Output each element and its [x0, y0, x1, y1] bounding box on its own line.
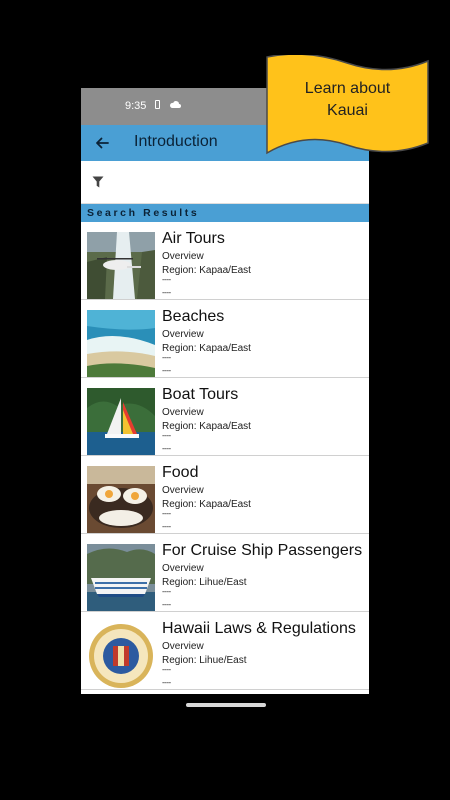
banner-line-2: Kauai	[327, 102, 368, 119]
item-detail: ----	[162, 600, 171, 609]
list-item-beaches[interactable]: Beaches Overview Region: Kapaa/East ----…	[81, 300, 369, 378]
status-time: 9:35	[125, 100, 147, 112]
item-region: Region: Kapaa/East	[162, 499, 251, 510]
item-region: Region: Lihue/East	[162, 655, 247, 666]
search-results-header: Search Results	[81, 204, 369, 222]
item-detail: ----	[162, 431, 171, 440]
banner-line-1: Learn about	[304, 80, 391, 97]
item-detail: ----	[162, 587, 171, 596]
item-region: Region: Kapaa/East	[162, 265, 251, 276]
beaches-thumbnail	[87, 310, 155, 377]
boat-tours-thumbnail	[87, 388, 155, 455]
item-subtitle: Overview	[162, 563, 204, 574]
results-list: Air Tours Overview Region: Kapaa/East --…	[81, 222, 369, 690]
item-detail: ----	[162, 509, 171, 518]
filter-icon[interactable]	[92, 176, 104, 188]
phone-screen: 9:35 Introduction Search Results Air Tou…	[81, 88, 369, 694]
cruise-ship-thumbnail	[87, 544, 155, 611]
cloud-icon	[170, 101, 181, 108]
item-title: Hawaii Laws & Regulations	[162, 620, 356, 637]
back-arrow-icon[interactable]	[93, 134, 111, 152]
list-item-cruise-ship[interactable]: For Cruise Ship Passengers Overview Regi…	[81, 534, 369, 612]
item-detail: ----	[162, 275, 171, 284]
item-region: Region: Kapaa/East	[162, 343, 251, 354]
food-thumbnail	[87, 466, 155, 533]
list-item-boat-tours[interactable]: Boat Tours Overview Region: Kapaa/East -…	[81, 378, 369, 456]
list-item-air-tours[interactable]: Air Tours Overview Region: Kapaa/East --…	[81, 222, 369, 300]
item-subtitle: Overview	[162, 329, 204, 340]
item-title: Boat Tours	[162, 386, 239, 403]
state-seal-thumbnail	[87, 622, 155, 689]
item-detail: ----	[162, 665, 171, 674]
promo-banner-text: Learn about Kauai	[265, 78, 430, 122]
page-title: Introduction	[134, 133, 218, 150]
item-title: For Cruise Ship Passengers	[162, 542, 363, 559]
filter-bar	[81, 161, 369, 204]
item-title: Food	[162, 464, 199, 481]
list-item-food[interactable]: Food Overview Region: Kapaa/East ---- --…	[81, 456, 369, 534]
item-detail: ----	[162, 522, 171, 531]
item-detail: ----	[162, 353, 171, 362]
item-detail: ----	[162, 678, 171, 687]
battery-saver-icon	[155, 100, 160, 109]
gesture-nav-bar[interactable]	[186, 703, 266, 707]
list-item-laws[interactable]: Hawaii Laws & Regulations Overview Regio…	[81, 612, 369, 690]
item-region: Region: Lihue/East	[162, 577, 247, 588]
search-results-label: Search Results	[87, 207, 200, 219]
item-detail: ----	[162, 366, 171, 375]
item-subtitle: Overview	[162, 251, 204, 262]
item-subtitle: Overview	[162, 485, 204, 496]
item-subtitle: Overview	[162, 407, 204, 418]
item-title: Air Tours	[162, 230, 225, 247]
item-subtitle: Overview	[162, 641, 204, 652]
item-title: Beaches	[162, 308, 225, 325]
item-detail: ----	[162, 444, 171, 453]
air-tours-thumbnail	[87, 232, 155, 299]
item-detail: ----	[162, 288, 171, 297]
item-region: Region: Kapaa/East	[162, 421, 251, 432]
